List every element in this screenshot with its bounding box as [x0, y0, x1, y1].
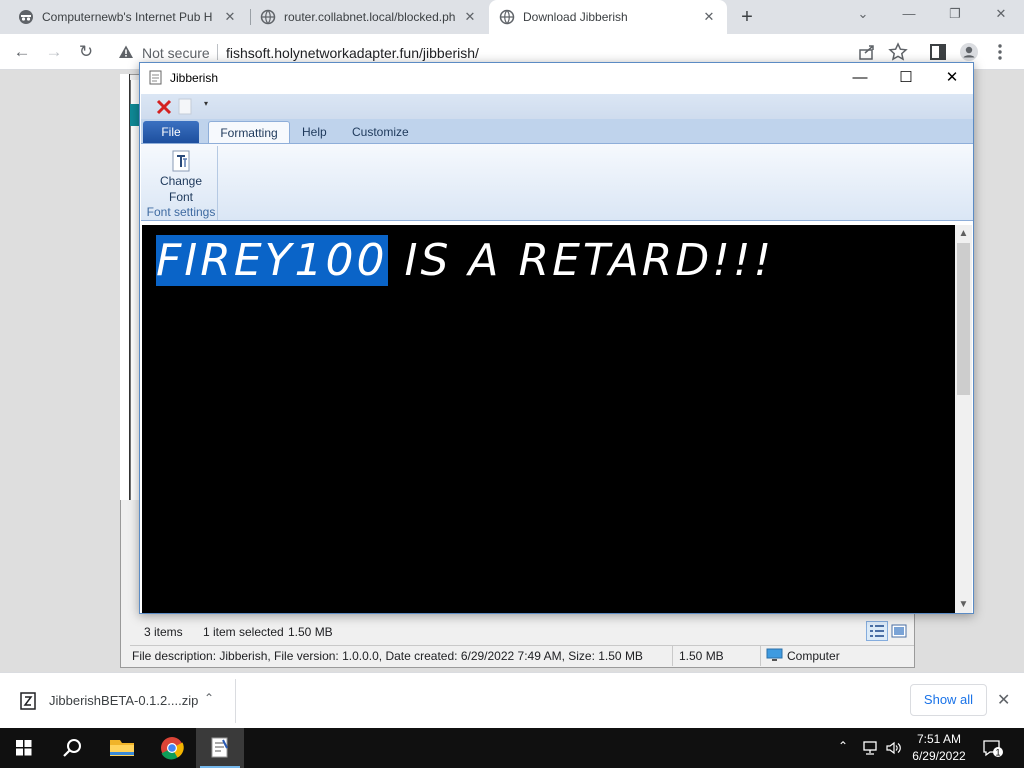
document-icon[interactable] [178, 98, 192, 115]
tab-title: Download Jibberish [523, 10, 628, 24]
items-count: 3 items [144, 625, 183, 639]
globe-icon [260, 9, 276, 25]
tab-file[interactable]: File [143, 121, 199, 143]
network-icon[interactable] [862, 739, 880, 757]
text-editor[interactable]: FIREY100 IS A RETARD!!! [142, 225, 955, 613]
explorer-left-strip [120, 74, 130, 500]
browser-tab-strip: Computernewb's Internet Pub H ✕ router.c… [0, 0, 1024, 34]
url-text[interactable]: fishsoft.holynetworkadapter.fun/jibberis… [226, 45, 479, 61]
forward-button[interactable]: → [43, 41, 65, 63]
tab-close-icon[interactable]: ✕ [222, 9, 238, 25]
file-explorer-icon[interactable] [98, 728, 146, 768]
windows-start-icon[interactable] [0, 728, 48, 768]
font-settings-group: Change Font Font settings [143, 146, 218, 220]
share-icon[interactable] [857, 42, 877, 62]
change-font-button-label[interactable]: Change [143, 174, 219, 188]
jibberish-window: Jibberish — ☐ ✕ ▾ File Formatting Help C… [139, 62, 974, 614]
tab-formatting[interactable]: Formatting [208, 121, 290, 144]
tab-title: Computernewb's Internet Pub H [42, 10, 213, 24]
address-separator [217, 44, 218, 60]
minimize-button[interactable]: — [845, 68, 875, 88]
scroll-down-icon[interactable]: ▼ [955, 596, 972, 613]
sidebar-icon[interactable] [928, 42, 948, 62]
close-button[interactable]: ✕ [937, 68, 967, 88]
reload-button[interactable]: ↻ [75, 41, 97, 63]
taskbar: ⌃ 7:51 AM 6/29/2022 1 [0, 728, 1024, 768]
restore-button[interactable]: ❐ [943, 6, 967, 26]
download-item[interactable]: JibberishBETA-0.1.2....zip ⌃ [0, 679, 236, 723]
show-hidden-icons-icon[interactable]: ⌃ [838, 739, 848, 753]
not-secure-label[interactable]: Not secure [142, 45, 210, 61]
jibberish-taskbar-button[interactable] [196, 728, 244, 768]
red-x-icon[interactable] [155, 98, 173, 116]
download-bar: JibberishBETA-0.1.2....zip ⌃ Show all ✕ [0, 672, 1024, 728]
scrollbar-thumb[interactable] [957, 243, 970, 395]
tab-customize[interactable]: Customize [352, 125, 409, 139]
status-size: 1.50 MB [679, 649, 724, 663]
warning-icon[interactable] [118, 44, 134, 60]
tab-router-blocked[interactable]: router.collabnet.local/blocked.ph ✕ [250, 0, 488, 34]
tab-computernewb[interactable]: Computernewb's Internet Pub H ✕ [8, 0, 248, 34]
close-window-button[interactable]: ✕ [989, 6, 1013, 26]
maximize-button[interactable]: ☐ [891, 68, 921, 88]
items-size: 1.50 MB [288, 625, 333, 639]
notification-count: 1 [995, 748, 1000, 758]
tab-close-icon[interactable]: ✕ [701, 9, 717, 25]
qat-dropdown-icon[interactable]: ▾ [204, 99, 214, 109]
download-filename: JibberishBETA-0.1.2....zip [49, 693, 199, 708]
change-font-icon[interactable] [172, 150, 190, 172]
show-all-button[interactable]: Show all [910, 684, 987, 716]
tab-search-icon[interactable]: ⌄ [851, 6, 875, 26]
details-view-icon [870, 625, 884, 637]
location-label: Computer [787, 649, 840, 663]
chevron-up-icon[interactable]: ⌃ [204, 691, 214, 705]
chrome-icon[interactable] [148, 728, 196, 768]
notification-center-icon[interactable]: 1 [982, 738, 1004, 758]
clock-date[interactable]: 6/29/2022 [907, 749, 971, 763]
zip-file-icon [20, 692, 36, 710]
ribbon-tab-bar: File Formatting Help Customize [141, 119, 973, 144]
tab-close-icon[interactable]: ✕ [462, 9, 478, 25]
file-description: File description: Jibberish, File versio… [132, 649, 643, 663]
back-button[interactable]: ← [11, 41, 33, 63]
large-icons-view-icon[interactable] [890, 623, 908, 639]
selected-text[interactable]: FIREY100 [156, 235, 388, 286]
scroll-up-icon[interactable]: ▲ [955, 225, 972, 242]
volume-icon[interactable] [885, 739, 903, 757]
bookmark-star-icon[interactable] [888, 42, 908, 62]
search-icon[interactable] [48, 728, 96, 768]
window-title: Jibberish [170, 71, 219, 85]
vertical-scrollbar[interactable]: ▲ ▼ [955, 225, 972, 613]
computer-icon [766, 648, 783, 661]
clock-time[interactable]: 7:51 AM [912, 732, 966, 746]
status-separator [672, 646, 673, 666]
editor-text[interactable]: IS A RETARD!!! [388, 235, 775, 286]
notepad-icon [149, 70, 162, 85]
minimize-button[interactable]: — [897, 6, 921, 26]
quick-access-toolbar: ▾ [141, 94, 973, 119]
tab-help[interactable]: Help [302, 125, 327, 139]
status-separator [760, 646, 761, 666]
details-view-button[interactable] [866, 621, 888, 641]
globe-icon [499, 9, 515, 25]
group-label: Font settings [146, 205, 216, 219]
spy-favicon-icon [19, 10, 33, 24]
new-tab-button[interactable]: + [737, 7, 757, 28]
editor-content[interactable]: FIREY100 IS A RETARD!!! [156, 235, 774, 287]
tab-download-jibberish[interactable]: Download Jibberish ✕ [489, 0, 727, 34]
tab-title: router.collabnet.local/blocked.ph [284, 10, 456, 24]
change-font-button-label[interactable]: Font [143, 190, 219, 204]
menu-icon[interactable] [990, 42, 1010, 62]
notepad-icon [211, 737, 228, 758]
close-download-bar-icon[interactable]: ✕ [997, 690, 1010, 710]
ribbon-panel: Change Font Font settings [141, 143, 973, 221]
profile-icon[interactable] [959, 42, 979, 62]
items-selected: 1 item selected [203, 625, 284, 639]
